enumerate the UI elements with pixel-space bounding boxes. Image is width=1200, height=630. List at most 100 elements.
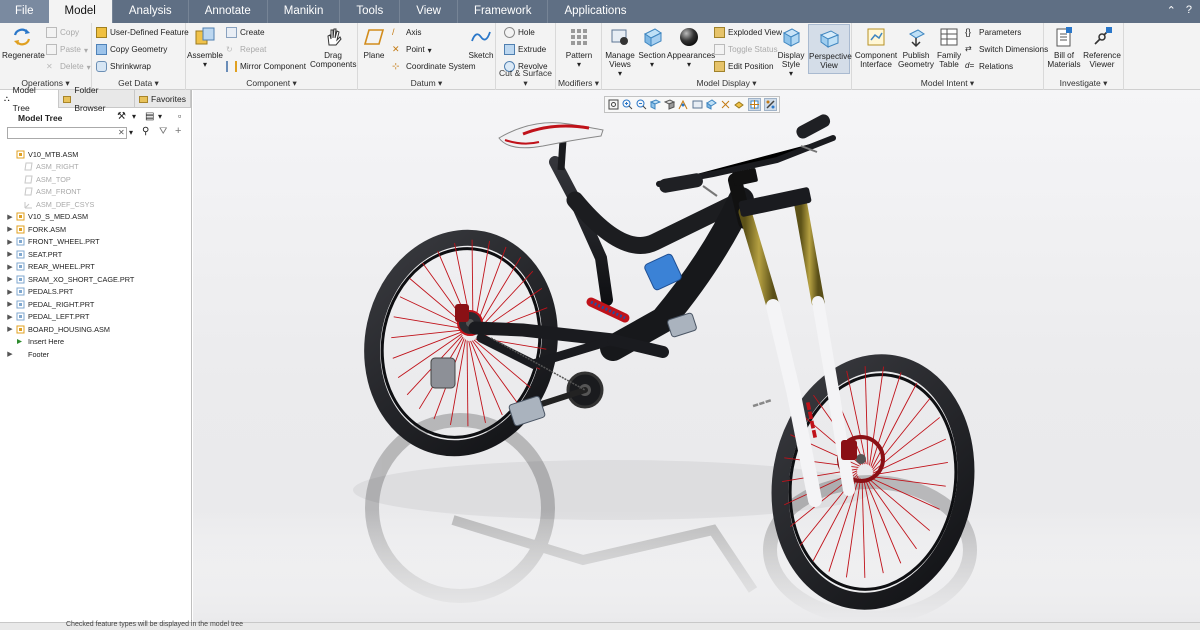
- tree-item[interactable]: ▶ PEDALS.PRT: [0, 286, 192, 299]
- extrude-button[interactable]: Extrude: [504, 44, 546, 55]
- tab-tools[interactable]: Tools: [339, 0, 399, 23]
- tree-item[interactable]: ▶ FRONT_WHEEL.PRT: [0, 236, 192, 249]
- tree-item[interactable]: ▶ SRAM_XO_SHORT_CAGE.PRT: [0, 273, 192, 286]
- tree-search-input[interactable]: [7, 127, 127, 139]
- help-icon[interactable]: ?: [1186, 4, 1192, 17]
- toggle-status-button[interactable]: Toggle Status: [714, 44, 778, 55]
- expand-arrow-icon[interactable]: ▶: [6, 225, 14, 233]
- coordinate-system-button[interactable]: ⊹ Coordinate System: [392, 61, 476, 72]
- section-button[interactable]: Section ▾: [637, 26, 667, 69]
- pattern-button[interactable]: Pattern ▾: [560, 26, 598, 69]
- udf-button[interactable]: User-Defined Feature: [96, 27, 189, 38]
- delete-button[interactable]: ✕ Delete ▾: [46, 61, 91, 72]
- switch-dimensions-button[interactable]: ⇄ Switch Dimensions: [965, 44, 1048, 55]
- bike-model-canvas[interactable]: ▬▬▬ ▬▬▬▬: [193, 90, 1200, 622]
- tab-favorites[interactable]: Favorites: [135, 90, 191, 108]
- expand-arrow-icon[interactable]: ▶: [6, 238, 14, 246]
- search-clear-icon[interactable]: ✕: [118, 128, 125, 137]
- plane-button[interactable]: Plane: [360, 26, 388, 60]
- paste-button[interactable]: Paste ▾: [46, 44, 88, 55]
- filter-icon[interactable]: ⛛: [159, 126, 167, 137]
- tree-item[interactable]: ▶ REAR_WHEEL.PRT: [0, 261, 192, 274]
- seatpost[interactable]: [557, 139, 567, 171]
- bill-of-materials-button[interactable]: Bill of Materials: [1046, 26, 1082, 69]
- rear-wheel[interactable]: [353, 221, 569, 465]
- minimize-ribbon-icon[interactable]: ⌃: [1167, 4, 1176, 17]
- tree-item[interactable]: ASM_TOP: [0, 173, 192, 186]
- regenerate-button[interactable]: Regenerate: [2, 26, 45, 60]
- tree-settings-icon[interactable]: ⚒: [117, 111, 126, 122]
- tab-manikin[interactable]: Manikin: [266, 0, 340, 23]
- expand-arrow-icon[interactable]: ▶: [6, 213, 14, 221]
- datum-group-label[interactable]: Datum ▾: [358, 78, 495, 89]
- repeat-button[interactable]: ↻ Repeat: [226, 44, 266, 55]
- display-style-button[interactable]: Display Style ▾: [776, 26, 806, 78]
- tab-annotate[interactable]: Annotate: [187, 0, 267, 23]
- manage-views-button[interactable]: Manage Views ▾: [603, 26, 637, 78]
- edit-position-button[interactable]: Edit Position: [714, 61, 774, 72]
- tree-item[interactable]: Insert Here: [0, 336, 192, 349]
- hole-button[interactable]: Hole: [504, 27, 535, 38]
- copy-button[interactable]: Copy: [46, 27, 79, 38]
- tree-item[interactable]: ▶ Footer: [0, 348, 192, 361]
- reference-viewer-button[interactable]: Reference Viewer: [1082, 26, 1122, 69]
- tab-view[interactable]: View: [399, 0, 457, 23]
- tree-item[interactable]: ▶ PEDAL_LEFT.PRT: [0, 311, 192, 324]
- axis-button[interactable]: / Axis: [392, 27, 421, 38]
- drag-components-button[interactable]: Drag Components: [310, 26, 356, 69]
- shrinkwrap-button[interactable]: Shrinkwrap: [96, 61, 151, 72]
- expand-arrow-icon[interactable]: ▶: [6, 250, 14, 258]
- tree-toggle-icon[interactable]: ▫: [178, 111, 181, 121]
- find-binoculars-icon[interactable]: ⚲: [142, 126, 149, 137]
- tree-show-icon[interactable]: ▤: [145, 111, 154, 122]
- graphics-viewport[interactable]: ▬▬▬ ▬▬▬▬: [193, 90, 1200, 622]
- tab-model[interactable]: Model: [48, 0, 112, 23]
- tab-model-tree[interactable]: ⛬ Model Tree: [0, 85, 59, 113]
- expand-arrow-icon[interactable]: ▶: [6, 288, 14, 296]
- point-button[interactable]: ✕ Point ▾: [392, 44, 432, 55]
- publish-geometry-button[interactable]: Publish Geometry: [898, 26, 934, 69]
- tree-item[interactable]: ▶ BOARD_HOUSING.ASM: [0, 323, 192, 336]
- expand-arrow-icon[interactable]: ▶: [6, 300, 14, 308]
- relations-button[interactable]: d= Relations: [965, 61, 1013, 72]
- appearances-button[interactable]: Appearances ▾: [667, 26, 715, 69]
- expand-arrow-icon[interactable]: ▶: [6, 275, 14, 283]
- expand-arrow-icon[interactable]: ▶: [6, 325, 14, 333]
- sketch-button[interactable]: Sketch: [468, 26, 494, 60]
- expand-arrow-icon[interactable]: ▶: [6, 263, 14, 271]
- create-button[interactable]: Create: [226, 27, 265, 38]
- tab-folder-browser[interactable]: Folder Browser: [59, 85, 136, 113]
- copy-geometry-button[interactable]: Copy Geometry: [96, 44, 167, 55]
- handlebar[interactable]: [656, 112, 836, 197]
- exploded-view-button[interactable]: Exploded View: [714, 27, 782, 38]
- parameters-button[interactable]: {} Parameters: [965, 27, 1021, 38]
- tab-applications[interactable]: Applications: [547, 0, 642, 23]
- cut-surface-group-label[interactable]: Cut & Surface ▾: [496, 68, 555, 89]
- tab-file[interactable]: File: [0, 0, 49, 23]
- expand-arrow-icon[interactable]: ▶: [6, 350, 14, 358]
- family-table-button[interactable]: Family Table: [935, 26, 963, 69]
- tree-item[interactable]: ASM_DEF_CSYS: [0, 198, 192, 211]
- perspective-view-button[interactable]: Perspective View: [808, 24, 852, 74]
- tree-item[interactable]: ▶ SEAT.PRT: [0, 248, 192, 261]
- model-display-group-label[interactable]: Model Display ▾: [602, 78, 851, 89]
- expand-arrow-icon[interactable]: ▶: [6, 313, 14, 321]
- tree-show-dropdown-icon[interactable]: ▾: [158, 112, 162, 121]
- component-group-label[interactable]: Component ▾: [186, 78, 357, 89]
- tab-analysis[interactable]: Analysis: [111, 0, 188, 23]
- modifiers-group-label[interactable]: Modifiers ▾: [556, 78, 601, 89]
- investigate-group-label[interactable]: Investigate ▾: [1044, 78, 1123, 89]
- saddle[interactable]: [498, 122, 604, 149]
- mirror-component-button[interactable]: Mirror Component: [226, 61, 306, 72]
- assemble-button[interactable]: Assemble ▾: [187, 26, 223, 69]
- tree-settings-dropdown-icon[interactable]: ▾: [132, 112, 136, 121]
- tree-item[interactable]: ASM_RIGHT: [0, 161, 192, 174]
- tab-framework[interactable]: Framework: [456, 0, 548, 23]
- tree-item[interactable]: ▶ PEDAL_RIGHT.PRT: [0, 298, 192, 311]
- model-intent-group-label[interactable]: Model Intent ▾: [852, 78, 1043, 89]
- pedal-left[interactable]: [508, 395, 546, 427]
- tree-item[interactable]: V10_MTB.ASM: [0, 148, 192, 161]
- search-dropdown-icon[interactable]: ▾: [129, 128, 133, 137]
- add-column-icon[interactable]: +: [175, 125, 181, 137]
- tree-item[interactable]: ▶ FORK.ASM: [0, 223, 192, 236]
